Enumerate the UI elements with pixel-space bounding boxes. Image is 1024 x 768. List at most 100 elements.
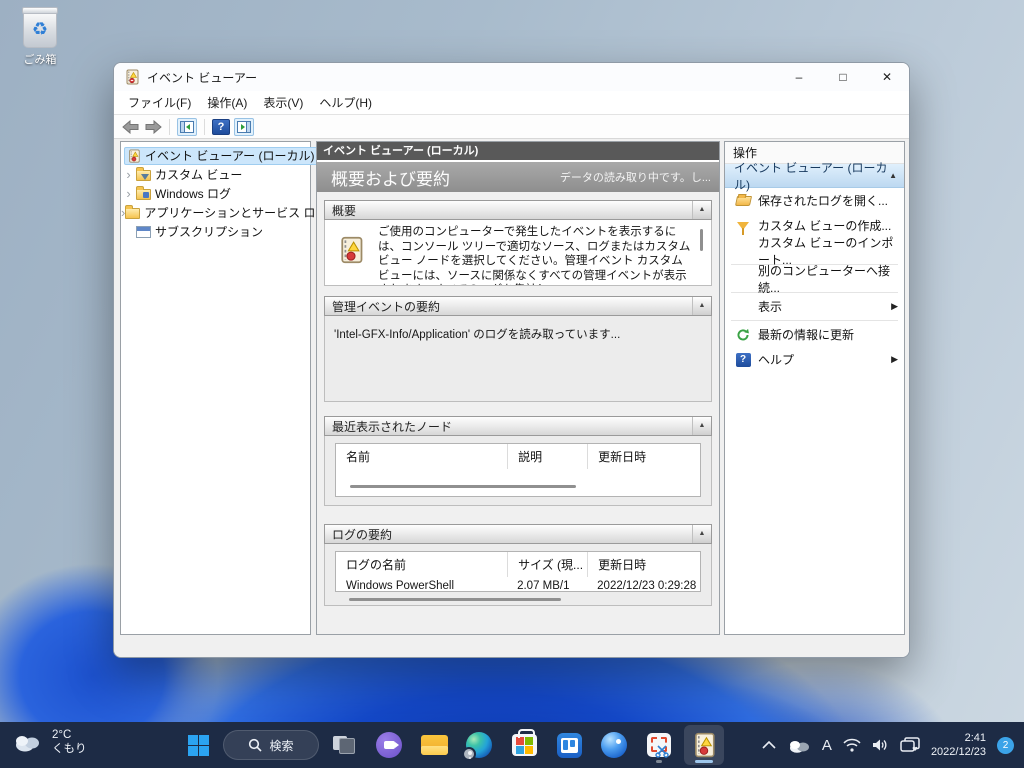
log-summary-header[interactable]: ログの要約 ▲: [324, 524, 712, 544]
column-log-name[interactable]: ログの名前: [336, 556, 507, 573]
table-header-row: 名前 説明 更新日時: [336, 444, 700, 469]
column-size[interactable]: サイズ (現...: [507, 552, 587, 577]
widgets-button[interactable]: 2°C くもり: [12, 728, 87, 756]
section-log-summary: ログの要約 ▲ ログの名前 サイズ (現... 更新日時 Windows Pow…: [324, 524, 712, 606]
store-button[interactable]: [504, 725, 544, 765]
taskbar-clock[interactable]: 2:41 2022/12/23: [931, 731, 986, 759]
chat-button[interactable]: [369, 725, 409, 765]
loading-status: データの読み取り中です。し...: [559, 172, 711, 184]
media-share-icon[interactable]: [900, 737, 920, 753]
event-viewer-taskbar-button[interactable]: [684, 725, 724, 765]
close-button[interactable]: ✕: [865, 63, 909, 91]
search-button[interactable]: 検索: [223, 730, 319, 760]
chat-icon: [376, 732, 402, 758]
admin-summary-header[interactable]: 管理イベントの要約 ▲: [324, 296, 712, 316]
overview-text: ご使用のコンピューターで発生したイベントを表示するには、コンソール ツリーで適切…: [378, 226, 691, 285]
breadcrumb: イベント ビューアー (ローカル): [317, 142, 719, 160]
minimize-button[interactable]: –: [777, 63, 821, 91]
search-label: 検索: [269, 738, 294, 753]
recent-nodes-table: 名前 説明 更新日時: [335, 443, 701, 497]
action-pane-toggle-icon[interactable]: [234, 117, 254, 136]
overview-scrollbar-thumb[interactable]: [700, 229, 703, 251]
recycle-bin[interactable]: ♻ ごみ箱: [12, 7, 68, 67]
custom-views-folder-icon: [136, 166, 151, 181]
section-overview: 概要 ▲ ご使用のコンピューターで発生したイベントを表示するには、コンソール ツ…: [324, 200, 712, 286]
tray-overflow-chevron-icon[interactable]: [762, 741, 776, 749]
menu-view[interactable]: 表示(V): [255, 91, 311, 115]
tree-item-app-service-logs[interactable]: › アプリケーションとサービス ログ: [121, 203, 327, 222]
event-viewer-icon: [341, 236, 363, 264]
admin-summary-status: 'Intel-GFX-Info/Application' のログを読み取っていま…: [334, 329, 621, 341]
log-summary-content: ログの名前 サイズ (現... 更新日時 Windows PowerShell …: [324, 544, 712, 606]
window-title: イベント ビューアー: [147, 70, 258, 85]
log-summary-table: ログの名前 サイズ (現... 更新日時 Windows PowerShell …: [335, 551, 701, 592]
weather-condition: くもり: [52, 743, 87, 755]
boards-app-icon: [556, 732, 582, 758]
forward-icon[interactable]: [144, 119, 162, 134]
ime-mode-indicator[interactable]: A: [822, 737, 832, 754]
tree-item-root[interactable]: イベント ビューアー (ローカル): [121, 146, 321, 165]
expander-icon[interactable]: ›: [121, 187, 136, 200]
summary-body: 概要 ▲ ご使用のコンピューターで発生したイベントを表示するには、コンソール ツ…: [317, 192, 719, 634]
boards-app-button[interactable]: [549, 725, 589, 765]
tree-item-custom-views[interactable]: › カスタム ビュー: [121, 165, 310, 184]
actions-group-header[interactable]: イベント ビューアー (ローカル) ▲: [725, 161, 904, 192]
action-help[interactable]: ? ヘルプ ▶: [725, 347, 904, 372]
tree-root-selection: イベント ビューアー (ローカル): [124, 146, 321, 165]
overview-header[interactable]: 概要 ▲: [324, 200, 712, 220]
toolbar-separator: [204, 118, 205, 135]
column-name[interactable]: 名前: [336, 448, 507, 465]
overview-content: ご使用のコンピューターで発生したイベントを表示するには、コンソール ツリーで適切…: [324, 220, 712, 286]
menu-file[interactable]: ファイル(F): [120, 91, 199, 115]
notification-badge[interactable]: 2: [997, 736, 1014, 754]
action-refresh[interactable]: 最新の情報に更新: [725, 322, 904, 347]
maximize-button[interactable]: □: [821, 63, 865, 91]
action-connect-to-computer[interactable]: 別のコンピューターへ接続...: [725, 264, 904, 295]
menu-help[interactable]: ヘルプ(H): [311, 91, 380, 115]
table-row[interactable]: Windows PowerShell 2.07 MB/1 2022/12/23 …: [336, 577, 700, 591]
recycle-bin-icon: ♻: [22, 7, 58, 48]
action-open-saved-log[interactable]: 保存されたログを開く...: [725, 188, 904, 213]
column-modified[interactable]: 更新日時: [587, 552, 700, 577]
snipping-tool-icon: [647, 733, 671, 758]
console-tree-toggle-icon[interactable]: [177, 117, 197, 136]
volume-icon[interactable]: [872, 738, 889, 752]
action-view[interactable]: 表示 ▶: [725, 294, 904, 319]
system-tray: A 2:41 2022/12/23 2: [762, 722, 1014, 768]
menu-action[interactable]: 操作(A): [199, 91, 255, 115]
refresh-icon: [733, 327, 753, 343]
help-icon[interactable]: ?: [212, 118, 230, 135]
collapse-icon[interactable]: ▲: [692, 525, 711, 543]
section-recent-nodes: 最近表示されたノード ▲ 名前 説明 更新日時: [324, 416, 712, 506]
collapse-icon[interactable]: ▲: [889, 171, 897, 180]
horizontal-scrollbar-thumb[interactable]: [349, 598, 562, 601]
recent-nodes-header[interactable]: 最近表示されたノード ▲: [324, 416, 712, 436]
tree-item-windows-logs[interactable]: › Windows ログ: [121, 184, 310, 203]
actions-pane: 操作 イベント ビューアー (ローカル) ▲ 保存されたログを開く... カスタ…: [724, 141, 905, 635]
help-icon: ?: [733, 352, 753, 368]
collapse-icon[interactable]: ▲: [692, 201, 711, 219]
tree-item-subscriptions[interactable]: サブスクリプション: [121, 222, 310, 241]
blue-sphere-app-button[interactable]: [594, 725, 634, 765]
action-import-custom-view[interactable]: カスタム ビューのインポート...: [725, 236, 904, 267]
collapse-icon[interactable]: ▲: [692, 297, 711, 315]
back-icon[interactable]: [122, 119, 140, 134]
title-bar[interactable]: イベント ビューアー – □ ✕: [114, 63, 909, 91]
wifi-icon[interactable]: [843, 738, 861, 752]
submenu-arrow-icon: ▶: [891, 354, 898, 364]
active-indicator: [695, 760, 713, 763]
column-description[interactable]: 説明: [507, 444, 587, 469]
collapse-icon[interactable]: ▲: [692, 417, 711, 435]
edge-button[interactable]: [459, 725, 499, 765]
file-explorer-button[interactable]: [414, 725, 454, 765]
console-content: イベント ビューアー (ローカル) › カスタム ビュー › Windows ロ…: [114, 139, 909, 657]
task-view-button[interactable]: [324, 725, 364, 765]
start-button[interactable]: [178, 725, 218, 765]
event-viewer-window: イベント ビューアー – □ ✕ ファイル(F) 操作(A) 表示(V) ヘルプ…: [113, 62, 910, 658]
snipping-tool-button[interactable]: [639, 725, 679, 765]
expander-icon[interactable]: ›: [121, 168, 136, 181]
edge-profile-avatar: [462, 747, 476, 761]
horizontal-scrollbar-thumb[interactable]: [350, 485, 576, 488]
column-modified[interactable]: 更新日時: [587, 444, 700, 469]
onedrive-icon[interactable]: [787, 738, 811, 753]
